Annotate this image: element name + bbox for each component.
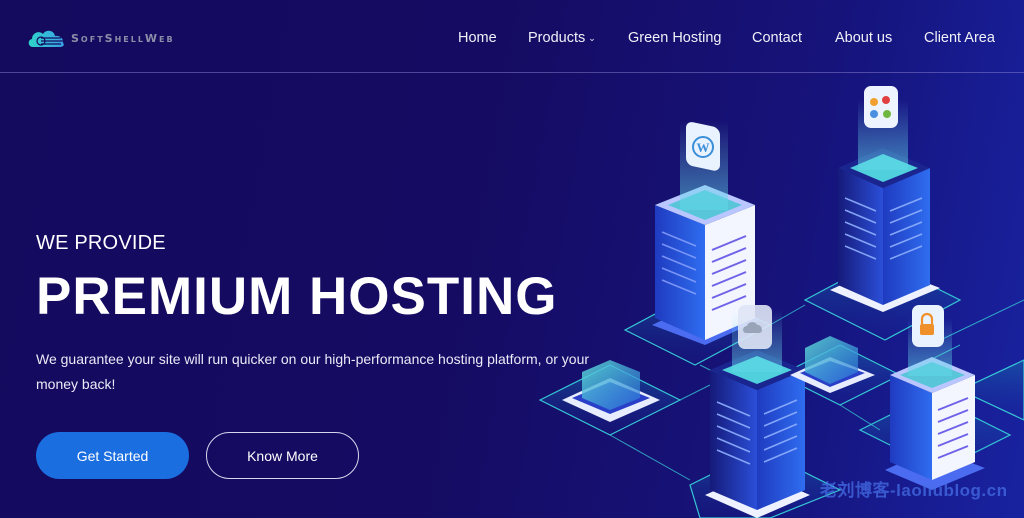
hosting-illustration: W (520, 74, 1024, 518)
know-more-button[interactable]: Know More (206, 432, 359, 479)
server-illustration: W (538, 86, 1024, 518)
nav-about-us[interactable]: About us (835, 30, 892, 46)
nav-products-label: Products (528, 30, 586, 46)
svg-text:W: W (697, 140, 710, 155)
cloud-icon (738, 305, 772, 349)
nav-products[interactable]: Products ⌄ (528, 30, 596, 46)
nav-client-area[interactable]: Client Area (924, 30, 995, 46)
wordpress-icon: W (686, 122, 720, 171)
watermark-text: 老刘博客-laoliublog.cn (820, 481, 1008, 500)
nav-home[interactable]: Home (458, 30, 497, 46)
nav-contact[interactable]: Contact (752, 30, 802, 46)
lock-icon (912, 305, 944, 347)
hero-eyebrow-wrap: WE PROVIDE (36, 232, 166, 255)
hero-headline: PREMIUM HOSTING (36, 267, 558, 326)
nav-green-hosting[interactable]: Green Hosting (628, 30, 722, 46)
site-header: SoftShellWeb Home Products ⌄ Green Hostin… (0, 0, 1024, 73)
main-nav: Home Products ⌄ Green Hosting Contact Abo… (0, 30, 1024, 50)
joomla-icon (864, 86, 898, 128)
get-started-button[interactable]: Get Started (36, 432, 189, 479)
chevron-down-icon: ⌄ (588, 33, 596, 43)
hero-eyebrow: WE PROVIDE (36, 232, 166, 254)
server-joomla (830, 100, 940, 312)
